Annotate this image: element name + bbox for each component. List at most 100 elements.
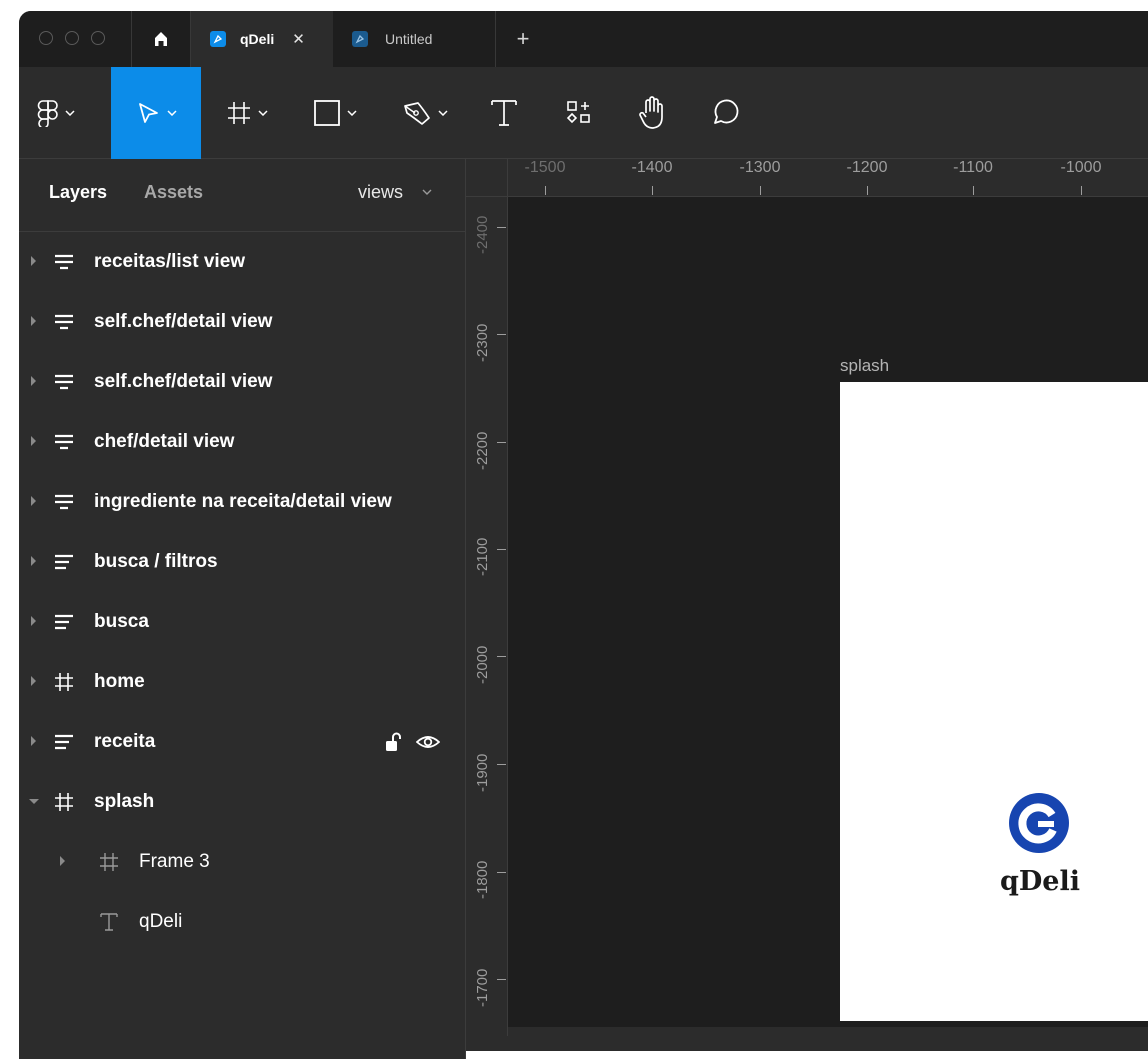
section-icon: [55, 314, 73, 330]
ruler-tick: [497, 764, 506, 765]
tab-qdeli[interactable]: qDeli ✕: [191, 11, 333, 67]
splash-frame[interactable]: [840, 382, 1148, 1021]
layer-row[interactable]: self.chef/detail view: [19, 362, 465, 402]
layer-row[interactable]: splash: [19, 782, 465, 822]
rectangle-icon: [314, 100, 340, 126]
tab-label: qDeli: [240, 31, 275, 47]
shape-tool-button[interactable]: [313, 67, 357, 159]
ruler-corner: [466, 159, 508, 197]
pen-tool-button[interactable]: [402, 67, 448, 159]
collapse-caret-icon[interactable]: [29, 799, 39, 804]
ruler-label: -1700: [474, 968, 491, 1007]
tab-layers[interactable]: Layers: [49, 182, 107, 203]
autolayout-icon: [55, 734, 73, 750]
layer-row[interactable]: qDeli: [19, 902, 465, 942]
expand-caret-icon[interactable]: [31, 676, 36, 686]
ruler-label: -2300: [474, 323, 491, 362]
ruler-label: -1300: [739, 159, 781, 176]
tab-assets[interactable]: Assets: [144, 182, 203, 203]
figma-file-icon: [210, 31, 226, 47]
chevron-down-icon: [167, 110, 177, 116]
ruler-tick: [497, 334, 506, 335]
layer-name: chef/detail view: [94, 431, 235, 452]
ruler-label: -1800: [474, 860, 491, 899]
ruler-label: -1900: [474, 753, 491, 792]
figma-menu-button[interactable]: [37, 67, 75, 159]
eye-icon[interactable]: [416, 733, 440, 751]
tab-untitled[interactable]: Untitled: [333, 11, 495, 67]
layer-name: receitas/list view: [94, 251, 246, 272]
expand-caret-icon[interactable]: [31, 496, 36, 506]
layer-row[interactable]: busca: [19, 602, 465, 642]
expand-caret-icon[interactable]: [31, 436, 36, 446]
expand-caret-icon[interactable]: [31, 256, 36, 266]
ruler-label: -1500: [524, 159, 566, 176]
panel-header: Layers Assets views: [19, 159, 465, 232]
expand-caret-icon[interactable]: [31, 736, 36, 746]
expand-caret-icon[interactable]: [31, 616, 36, 626]
section-icon: [55, 254, 73, 270]
layer-row[interactable]: busca / filtros: [19, 542, 465, 582]
figma-file-icon: [352, 31, 368, 47]
layer-name: splash: [94, 791, 155, 812]
minimize-window-button[interactable]: [65, 31, 79, 45]
vertical-ruler: -2400 -2300 -2200 -2100 -2000 -1900 -180…: [466, 196, 508, 1036]
ruler-label: -2000: [474, 645, 491, 684]
maximize-window-button[interactable]: [91, 31, 105, 45]
frame-icon: [100, 853, 118, 871]
chevron-down-icon: [65, 110, 75, 116]
layer-row[interactable]: ingrediente na receita/detail view: [19, 482, 465, 522]
frame-tool-button[interactable]: [226, 67, 268, 159]
hand-tool-button[interactable]: [636, 67, 668, 159]
ruler-tick: [760, 186, 761, 195]
layer-row[interactable]: chef/detail view: [19, 422, 465, 462]
ruler-tick: [652, 186, 653, 195]
ruler-label: -1400: [631, 159, 673, 176]
divider: [495, 11, 496, 67]
unlock-icon[interactable]: [384, 731, 404, 753]
layer-row[interactable]: receita: [19, 722, 465, 762]
tab-label: Untitled: [385, 31, 433, 47]
home-button[interactable]: [141, 27, 181, 51]
chevron-down-icon: [438, 110, 448, 116]
chevron-down-icon: [258, 110, 268, 116]
qdeli-logo-icon: [1009, 793, 1069, 853]
section-icon: [55, 494, 73, 510]
new-tab-button[interactable]: +: [511, 25, 535, 53]
expand-caret-icon[interactable]: [31, 316, 36, 326]
comment-tool-button[interactable]: [709, 67, 741, 159]
ruler-tick: [497, 442, 506, 443]
layer-row[interactable]: Frame 3: [19, 842, 465, 882]
layer-name: self.chef/detail view: [94, 371, 273, 392]
chevron-down-icon: [347, 110, 357, 116]
home-icon: [155, 32, 167, 46]
move-tool-button[interactable]: [111, 67, 201, 159]
layer-name: Frame 3: [139, 851, 210, 872]
expand-caret-icon[interactable]: [31, 376, 36, 386]
ruler-tick: [497, 979, 506, 980]
resources-tool-button[interactable]: [565, 67, 593, 159]
layer-name: qDeli: [139, 911, 183, 932]
close-tab-icon[interactable]: ✕: [292, 30, 305, 48]
expand-caret-icon[interactable]: [60, 856, 65, 866]
text-icon: [100, 913, 118, 931]
text-tool-button[interactable]: [489, 67, 519, 159]
autolayout-icon: [55, 614, 73, 630]
tab-bar: qDeli ✕ Untitled +: [19, 11, 1148, 67]
layer-row[interactable]: receitas/list view: [19, 242, 465, 282]
frame-icon: [55, 673, 73, 691]
layer-name: home: [94, 671, 145, 692]
close-window-button[interactable]: [39, 31, 53, 45]
qdeli-logo-text: qDeli: [1000, 866, 1080, 897]
expand-caret-icon[interactable]: [31, 556, 36, 566]
cursor-arrow-icon: [139, 103, 158, 123]
layer-row[interactable]: home: [19, 662, 465, 702]
page-selector[interactable]: views: [358, 182, 403, 203]
hand-icon: [639, 96, 663, 129]
comment-icon: [714, 99, 739, 124]
figma-logo-icon: [37, 100, 58, 127]
layer-row[interactable]: self.chef/detail view: [19, 302, 465, 342]
layer-name: self.chef/detail view: [94, 311, 273, 332]
frame-label[interactable]: splash: [840, 356, 889, 376]
frame-icon: [228, 102, 250, 124]
